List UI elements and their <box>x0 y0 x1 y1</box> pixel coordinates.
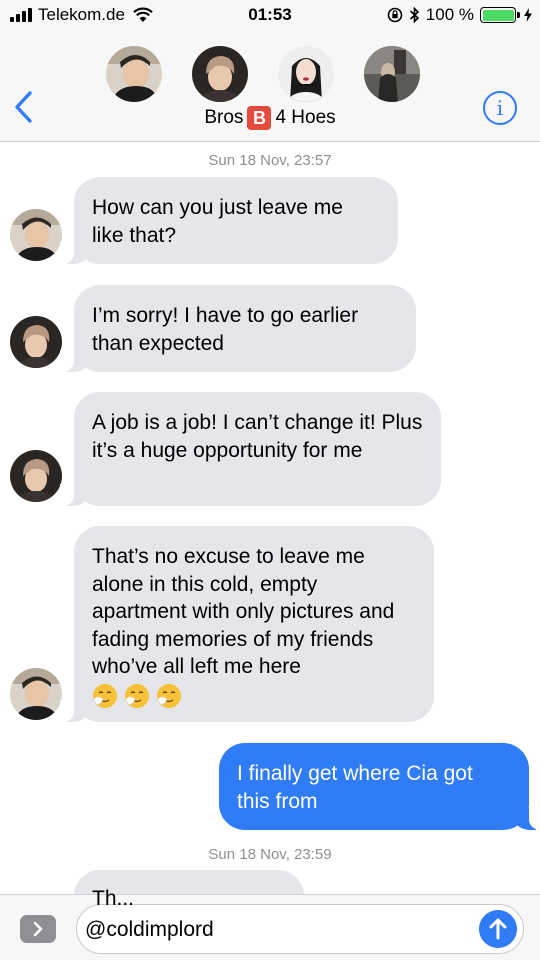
message-input-bar: @coldimplord <box>0 894 540 960</box>
message-bubble[interactable]: A job is a job! I can’t change it! Plus … <box>60 392 441 506</box>
sender-avatar[interactable] <box>10 209 62 261</box>
apps-button[interactable] <box>20 915 56 943</box>
message-text: That’s no excuse to leave me alone in th… <box>92 545 395 678</box>
battery-icon <box>480 7 520 23</box>
message-text: I finally get where Cia got this from <box>237 762 473 813</box>
member-avatar-3[interactable] <box>278 46 334 102</box>
message-text: A job is a job! I can’t change it! Plus … <box>92 411 423 462</box>
message-bubble[interactable]: I’m sorry! I have to go earlier than exp… <box>60 285 416 372</box>
b-button-emoji: B <box>247 106 272 130</box>
member-avatar-1[interactable] <box>106 46 162 102</box>
battery-fill <box>482 9 514 21</box>
member-avatar-2[interactable] <box>192 46 248 102</box>
group-name-prefix: Bros <box>204 107 244 128</box>
sender-avatar[interactable] <box>10 316 62 368</box>
info-icon: i <box>496 96 504 120</box>
battery-percent: 100 % <box>425 5 474 24</box>
message-input-value[interactable]: @coldimplord <box>85 918 214 942</box>
info-button[interactable]: i <box>483 91 517 125</box>
rotation-lock-icon <box>387 7 403 23</box>
message-timestamp: Sun 18 Nov, 23:59 <box>208 846 332 863</box>
sneezing-face-emoji <box>157 683 181 708</box>
message-timestamp: Sun 18 Nov, 23:57 <box>208 152 332 169</box>
member-avatar-4[interactable] <box>364 46 420 102</box>
message-input[interactable]: @coldimplord <box>76 904 524 954</box>
status-bar: Telekom.de 01:53 100 % <box>0 0 540 30</box>
conversation-header: Bros B 4 Hoes i <box>0 30 540 142</box>
sender-avatar[interactable] <box>10 450 62 502</box>
group-name[interactable]: Bros B 4 Hoes <box>0 106 540 130</box>
sneezing-face-emoji <box>93 683 117 708</box>
status-right: 100 % <box>387 5 532 25</box>
group-name-suffix: 4 Hoes <box>275 107 336 128</box>
bluetooth-icon <box>409 6 419 24</box>
message-bubble[interactable]: That’s no excuse to leave me alone in th… <box>60 526 434 722</box>
message-bubble[interactable]: How can you just leave me like that? <box>60 177 398 264</box>
message-text: How can you just leave me like that? <box>92 196 343 247</box>
sneezing-face-emoji <box>125 683 149 708</box>
charging-icon <box>524 8 532 22</box>
send-button[interactable] <box>479 910 517 948</box>
sender-avatar[interactable] <box>10 668 62 720</box>
emoji-row <box>92 683 416 709</box>
message-bubble-outgoing[interactable]: I finally get where Cia got this from <box>219 743 540 830</box>
message-text: Th... <box>92 887 135 910</box>
message-text: I’m sorry! I have to go earlier than exp… <box>92 304 359 355</box>
